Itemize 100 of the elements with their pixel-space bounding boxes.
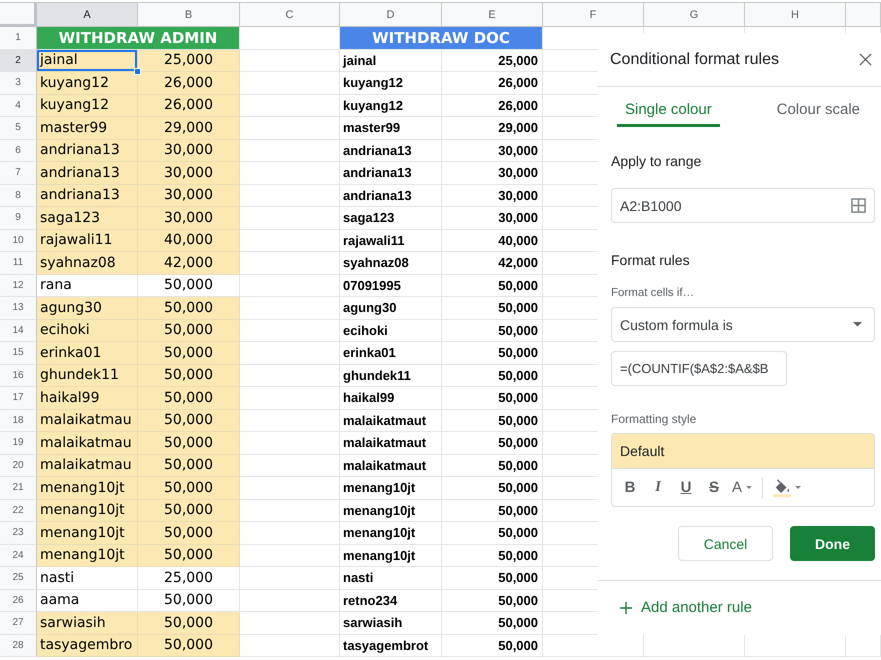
caret-icon xyxy=(795,486,802,489)
caret-icon xyxy=(746,486,752,489)
row-header[interactable]: 9 xyxy=(0,207,37,230)
done-button[interactable]: Done xyxy=(790,526,875,561)
table-cell: saga123 xyxy=(37,207,138,230)
row-header[interactable]: 19 xyxy=(0,432,37,454)
row-header[interactable]: 23 xyxy=(0,522,37,544)
table-cell: rajawali11 xyxy=(37,230,138,252)
add-rule-button[interactable]: Add another rule xyxy=(620,599,752,616)
close-icon xyxy=(859,53,872,66)
text-color-button[interactable]: A xyxy=(729,474,756,500)
table-cell: menang10jt xyxy=(37,477,138,500)
table-cell: malaikatmaut xyxy=(340,454,442,477)
table-cell: 50,000 xyxy=(442,320,543,342)
table-cell: andriana13 xyxy=(37,162,138,184)
row-header[interactable]: 17 xyxy=(0,387,37,410)
table-title: WITHDRAW DOC xyxy=(340,27,543,50)
table-cell: 50,000 xyxy=(442,567,543,590)
table-cell: 42,000 xyxy=(442,252,543,274)
bold-button[interactable]: B xyxy=(617,474,643,500)
table-cell: kuyang12 xyxy=(340,94,442,117)
fill-handle[interactable] xyxy=(134,68,141,75)
table-cell: 50,000 xyxy=(442,432,543,454)
row-header[interactable]: 7 xyxy=(0,162,37,184)
grid-icon[interactable] xyxy=(851,198,866,213)
italic-button[interactable]: I xyxy=(645,474,671,500)
row-header[interactable]: 1 xyxy=(0,27,37,50)
table-cell: 50,000 xyxy=(442,387,543,410)
table-cell: 07091995 xyxy=(340,274,442,297)
row-header[interactable]: 8 xyxy=(0,184,37,207)
section-heading: Format rules xyxy=(611,251,690,270)
table-cell: 50,000 xyxy=(442,410,543,432)
table-cell: 50,000 xyxy=(442,590,543,612)
table-cell: 50,000 xyxy=(138,612,240,634)
column-header[interactable]: G xyxy=(644,3,745,27)
row-header[interactable]: 24 xyxy=(0,544,37,567)
row-header[interactable]: 22 xyxy=(0,500,37,522)
row-header[interactable]: 14 xyxy=(0,320,37,342)
row-header[interactable]: 27 xyxy=(0,612,37,634)
table-cell: 50,000 xyxy=(442,297,543,320)
table-cell: andriana13 xyxy=(340,184,442,207)
row-header[interactable]: 21 xyxy=(0,477,37,500)
table-cell: tasyagembro xyxy=(37,634,138,657)
table-cell: 50,000 xyxy=(138,297,240,320)
row-header[interactable]: 20 xyxy=(0,454,37,477)
row-header[interactable]: 15 xyxy=(0,342,37,364)
row-header[interactable]: 3 xyxy=(0,72,37,94)
table-cell: 30,000 xyxy=(442,207,543,230)
table-cell: 25,000 xyxy=(442,50,543,72)
column-header[interactable]: A xyxy=(37,3,138,27)
table-cell: 50,000 xyxy=(442,364,543,387)
field-label: Formatting style xyxy=(611,411,696,427)
table-cell: andriana13 xyxy=(340,140,442,162)
table-cell: 40,000 xyxy=(138,230,240,252)
row-header[interactable]: 12 xyxy=(0,274,37,297)
table-cell: erinka01 xyxy=(37,342,138,364)
panel-title: Conditional format rules xyxy=(610,50,779,68)
table-cell: sarwiasih xyxy=(340,612,442,634)
table-cell: 26,000 xyxy=(442,94,543,117)
column-header[interactable]: C xyxy=(240,3,340,27)
row-header[interactable]: 18 xyxy=(0,410,37,432)
table-cell: ghundek11 xyxy=(37,364,138,387)
table-cell: agung30 xyxy=(37,297,138,320)
column-header[interactable]: H xyxy=(745,3,846,27)
column-header[interactable]: F xyxy=(543,3,644,27)
tab[interactable]: Single colour xyxy=(617,87,720,127)
close-button[interactable] xyxy=(859,53,872,66)
table-cell: haikal99 xyxy=(340,387,442,410)
table-cell: 40,000 xyxy=(442,230,543,252)
row-header[interactable]: 6 xyxy=(0,140,37,162)
table-cell: haikal99 xyxy=(37,387,138,410)
underline-button[interactable]: U xyxy=(673,474,699,500)
cancel-button[interactable]: Cancel xyxy=(678,526,773,561)
row-header[interactable]: 4 xyxy=(0,94,37,117)
condition-dropdown[interactable]: Custom formula is xyxy=(611,307,875,342)
row-header[interactable]: 13 xyxy=(0,297,37,320)
row-header[interactable]: 10 xyxy=(0,230,37,252)
table-cell: ecihoki xyxy=(37,320,138,342)
table-cell: menang10jt xyxy=(340,544,442,567)
formula-field[interactable]: =(COUNTIF($A$2:$A&$B xyxy=(611,351,787,386)
table-cell: 50,000 xyxy=(138,342,240,364)
plus-icon xyxy=(620,602,632,614)
tab[interactable]: Colour scale xyxy=(768,87,868,127)
row-header[interactable]: 28 xyxy=(0,634,37,657)
row-header[interactable]: 25 xyxy=(0,567,37,590)
style-preview[interactable]: Default xyxy=(612,434,874,469)
row-header[interactable]: 5 xyxy=(0,117,37,140)
table-cell: andriana13 xyxy=(37,140,138,162)
table-cell: kuyang12 xyxy=(37,94,138,117)
table-cell: 50,000 xyxy=(442,634,543,657)
table-cell: agung30 xyxy=(340,297,442,320)
table-cell: malaikatmaut xyxy=(340,432,442,454)
range-field[interactable]: A2:B1000 xyxy=(611,188,875,223)
table-cell: menang10jt xyxy=(37,522,138,544)
row-header[interactable]: 26 xyxy=(0,590,37,612)
table-cell: syahnaz08 xyxy=(340,252,442,274)
row-header[interactable]: 11 xyxy=(0,252,37,274)
strikethrough-button[interactable]: S xyxy=(701,474,727,500)
row-header[interactable]: 2 xyxy=(0,50,37,72)
row-header[interactable]: 16 xyxy=(0,364,37,387)
